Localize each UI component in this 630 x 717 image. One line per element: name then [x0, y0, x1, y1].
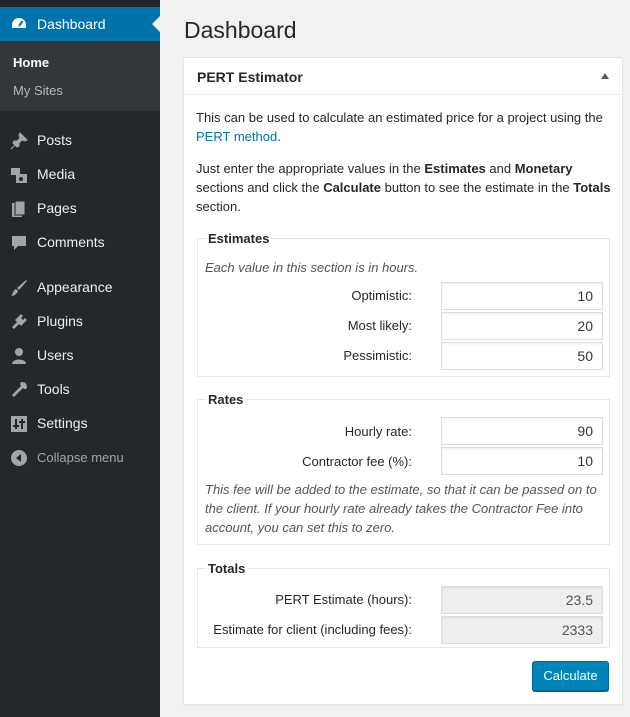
sidebar-item-appearance[interactable]: Appearance: [0, 271, 160, 303]
sidebar-item-label: Pages: [37, 200, 77, 216]
pessimistic-input[interactable]: [441, 342, 603, 370]
sidebar-item-label: Settings: [37, 415, 88, 431]
sidebar-item-label: Users: [37, 347, 74, 363]
user-icon: [12, 348, 26, 364]
widget-header[interactable]: PERT Estimator: [184, 58, 622, 95]
collapse-menu-label: Collapse menu: [37, 450, 124, 465]
pert-estimator-widget: PERT Estimator This can be used to calcu…: [183, 57, 623, 705]
intro-paragraph: This can be used to calculate an estimat…: [196, 108, 611, 146]
sidebar-item-settings[interactable]: Settings: [0, 407, 160, 439]
settings-icon: [11, 416, 27, 432]
collapse-icon: [11, 450, 27, 466]
rates-section: Rates Hourly rate: Contractor fee (%): T…: [197, 392, 610, 545]
estimates-legend: Estimates: [206, 231, 272, 246]
media-icon: [11, 168, 27, 183]
submenu-item-home[interactable]: Home: [13, 55, 49, 70]
instructions-paragraph: Just enter the appropriate values in the…: [196, 159, 611, 216]
intro-text: This can be used to calculate an estimat…: [196, 110, 603, 125]
pert-method-link[interactable]: PERT method: [196, 129, 277, 144]
optimistic-input[interactable]: [441, 282, 603, 310]
instructions-text: Just enter the appropriate values in the: [196, 161, 425, 176]
client-estimate-output: [441, 616, 603, 644]
brush-icon: [11, 280, 27, 296]
hourly-rate-label: Hourly rate:: [344, 424, 412, 439]
submenu-item-my-sites[interactable]: My Sites: [13, 83, 63, 98]
most-likely-input[interactable]: [441, 312, 603, 340]
instructions-bold: Estimates: [424, 161, 486, 176]
sidebar-item-tools[interactable]: Tools: [0, 373, 160, 405]
client-estimate-label: Estimate for client (including fees):: [213, 622, 412, 637]
contractor-fee-label: Contractor fee (%):: [302, 454, 412, 469]
sidebar-item-label: Posts: [37, 132, 73, 148]
sidebar-item-plugins[interactable]: Plugins: [0, 305, 160, 337]
sidebar-item-media[interactable]: Media: [0, 158, 160, 190]
pessimistic-label: Pessimistic:: [343, 348, 412, 363]
instructions-bold: Calculate: [323, 180, 381, 195]
sidebar-item-pages[interactable]: Pages: [0, 192, 160, 224]
estimates-section: Estimates Each value in this section is …: [197, 231, 610, 377]
estimates-note: Each value in this section is in hours.: [205, 260, 419, 275]
sidebar-item-label: Media: [37, 166, 76, 182]
instructions-bold: Monetary: [514, 161, 573, 176]
admin-sidebar: Dashboard Home My Sites Posts Media Page…: [0, 0, 160, 717]
comments-icon: [12, 236, 26, 250]
calculate-button[interactable]: Calculate: [532, 661, 609, 691]
wrench-icon: [12, 382, 27, 397]
instructions-text: sections and click the: [196, 180, 324, 195]
sidebar-item-posts[interactable]: Posts: [0, 124, 160, 156]
sidebar-item-label: Plugins: [37, 313, 83, 329]
optimistic-label: Optimistic:: [351, 288, 412, 303]
sidebar-item-label: Dashboard: [37, 16, 106, 32]
sidebar-item-users[interactable]: Users: [0, 339, 160, 371]
collapse-menu-button[interactable]: Collapse menu: [0, 441, 160, 473]
contractor-fee-input[interactable]: [441, 447, 603, 475]
totals-legend: Totals: [206, 561, 248, 576]
sidebar-item-label: Appearance: [37, 279, 113, 295]
sidebar-item-label: Comments: [37, 234, 105, 250]
contractor-fee-note: This fee will be added to the estimate, …: [205, 482, 597, 535]
page-title: Dashboard: [184, 17, 297, 43]
instructions-bold: Totals: [573, 180, 611, 195]
instructions-text: and: [485, 161, 515, 176]
dashboard-icon: [12, 18, 26, 28]
dashboard-submenu: Home My Sites: [0, 41, 160, 111]
plugin-icon: [12, 314, 27, 329]
current-arrow: [152, 16, 160, 32]
instructions-text: section.: [196, 199, 241, 214]
sidebar-item-dashboard[interactable]: Dashboard: [0, 7, 160, 41]
totals-section: Totals PERT Estimate (hours): Estimate f…: [197, 561, 610, 648]
instructions-text: button to see the estimate in the: [381, 180, 574, 195]
hourly-rate-input[interactable]: [441, 417, 603, 445]
rates-legend: Rates: [206, 392, 246, 407]
pert-estimate-output: [441, 586, 603, 614]
sidebar-item-comments[interactable]: Comments: [0, 226, 160, 258]
widget-title: PERT Estimator: [197, 69, 303, 85]
sidebar-item-label: Tools: [37, 381, 70, 397]
pin-icon: [10, 132, 28, 150]
pert-estimate-label: PERT Estimate (hours):: [275, 592, 412, 607]
collapse-toggle-icon[interactable]: [601, 73, 609, 79]
intro-text-end: .: [277, 129, 281, 144]
pages-icon: [12, 200, 26, 217]
most-likely-label: Most likely:: [347, 318, 412, 333]
